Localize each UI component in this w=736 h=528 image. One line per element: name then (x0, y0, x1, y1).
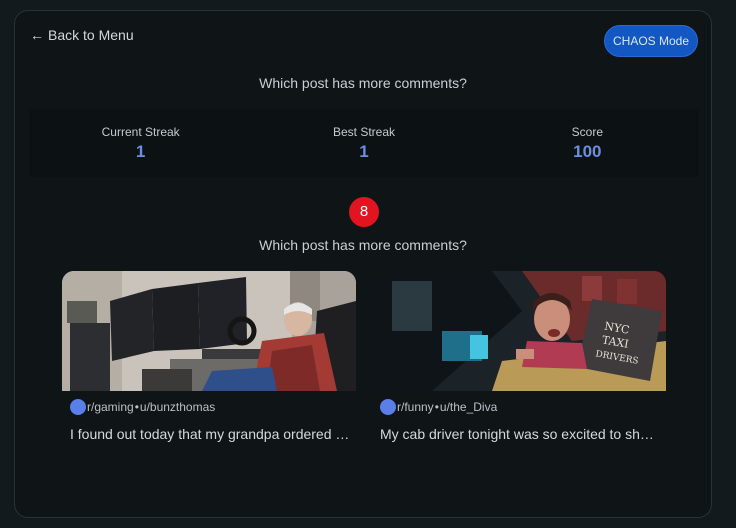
author-link[interactable]: u/bunzthomas (140, 400, 215, 414)
question-heading: Which post has more comments? (259, 75, 467, 91)
subreddit-avatar-icon (70, 399, 86, 415)
stat-label: Current Streak (101, 125, 180, 139)
post-card-left[interactable]: r/gaming • u/bunzthomas I found out toda… (62, 271, 356, 449)
countdown-timer-badge: 8 (349, 197, 379, 227)
subreddit-link[interactable]: r/gaming (87, 400, 134, 414)
stat-score: Score 100 (476, 109, 699, 177)
back-to-menu-link[interactable]: ← Back to Menu (30, 27, 134, 43)
meta-separator: • (434, 400, 439, 414)
back-to-menu-label: Back to Menu (48, 27, 134, 43)
arrow-left-icon: ← (30, 27, 44, 43)
meta-separator: • (134, 400, 139, 414)
chaos-mode-button[interactable]: CHAOS Mode (604, 25, 698, 57)
question-prompt: Which post has more comments? (259, 237, 467, 253)
stat-current-streak: Current Streak 1 (29, 109, 252, 177)
stat-label: Best Streak (332, 125, 395, 139)
stat-label: Score (571, 125, 603, 139)
stat-value: 1 (135, 142, 146, 161)
author-link[interactable]: u/the_Diva (440, 400, 497, 414)
stat-best-streak: Best Streak 1 (252, 109, 475, 177)
post-card-right[interactable]: NYC TAXI DRIVERS r/funny • u/the_Diva My… (372, 271, 666, 449)
game-card: ← Back to Menu CHAOS Mode Which post has… (14, 10, 712, 518)
post-thumbnail-image (62, 271, 356, 391)
post-thumbnail-image: NYC TAXI DRIVERS (372, 271, 666, 391)
subreddit-avatar-icon (380, 399, 396, 415)
post-title: My cab driver tonight was so excited to … (380, 426, 660, 442)
post-meta: r/gaming • u/bunzthomas (70, 399, 215, 415)
stat-value: 1 (359, 142, 369, 161)
stats-panel: Current Streak 1 Best Streak 1 Score 100 (29, 109, 699, 177)
stat-value: 100 (573, 142, 602, 161)
post-meta: r/funny • u/the_Diva (380, 399, 497, 415)
subreddit-link[interactable]: r/funny (397, 400, 434, 414)
post-title: I found out today that my grandpa ordere… (70, 426, 350, 442)
